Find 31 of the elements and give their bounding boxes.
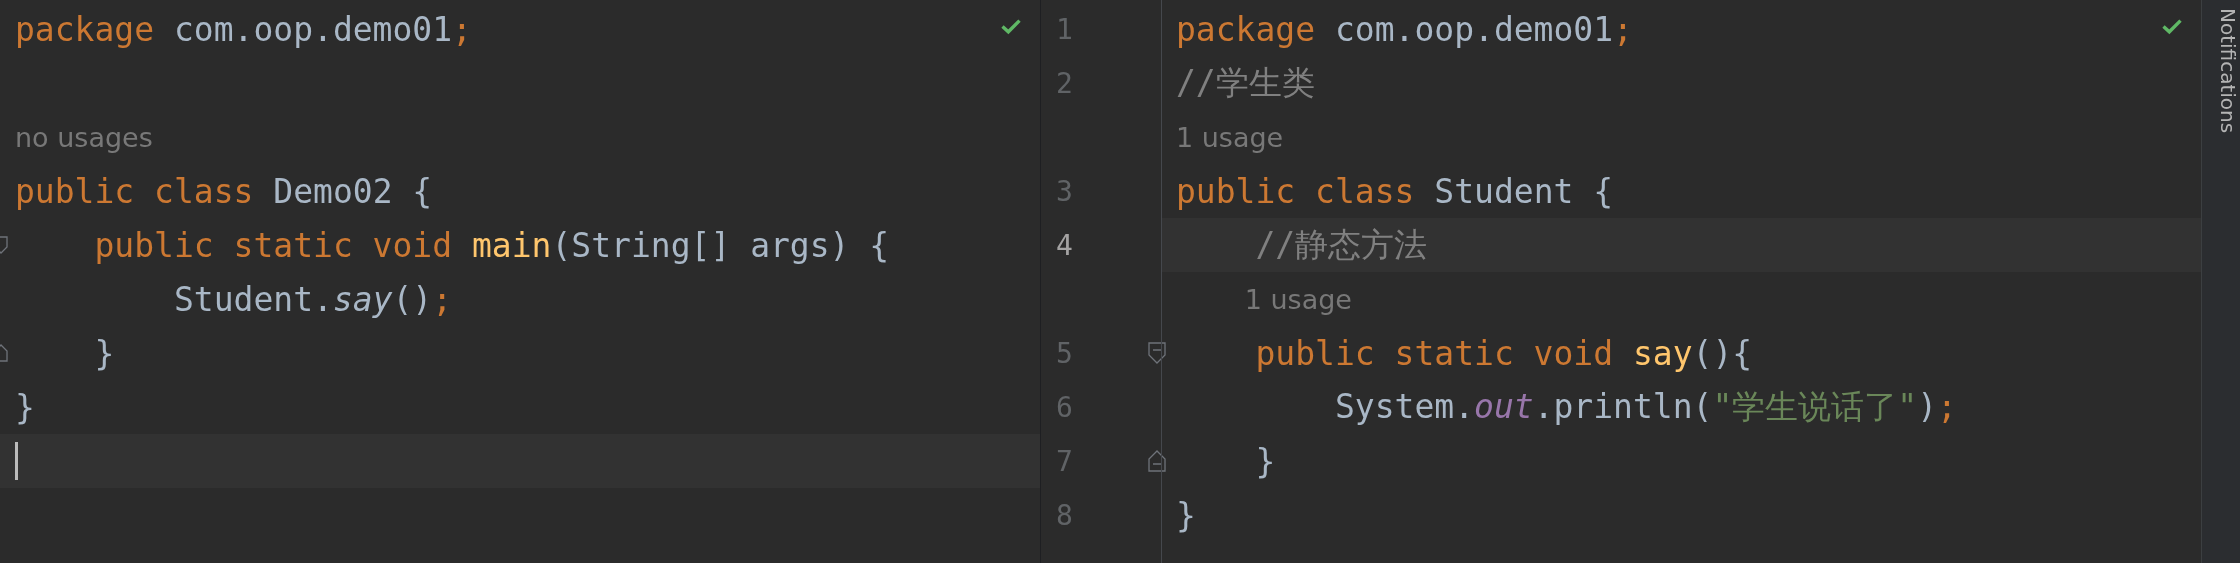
line-number: 1 — [1056, 12, 1073, 46]
notifications-tab[interactable]: Notifications — [2201, 0, 2240, 563]
line-number: 4 — [1056, 228, 1073, 262]
code-line: } — [1176, 495, 1196, 535]
line-number: 5 — [1056, 336, 1073, 370]
usage-hint: 1 usage — [1244, 283, 1352, 315]
code-line: Student.say(); — [172, 279, 453, 319]
text-caret — [15, 442, 18, 480]
code-line: package com.oop.demo01; — [15, 9, 472, 49]
code-line: } — [15, 387, 35, 427]
fold-icon[interactable] — [1148, 450, 1166, 472]
code-line: } — [93, 333, 115, 373]
code-line: public class Student { — [1176, 171, 1614, 211]
checkmark-icon[interactable] — [2161, 18, 2183, 35]
code-line: //学生类 — [1176, 61, 1315, 104]
code-line: } — [1254, 441, 1276, 481]
usage-hint: 1 usage — [1176, 121, 1284, 153]
line-number: 7 — [1056, 444, 1073, 478]
usage-hint: no usages — [15, 121, 153, 153]
code-line: public class Demo02 { — [15, 171, 433, 211]
checkmark-icon[interactable] — [1000, 18, 1022, 35]
line-number: 3 — [1056, 174, 1073, 208]
line-number: 6 — [1056, 390, 1073, 424]
code-line: public static void say(){ — [1254, 333, 1753, 373]
code-line: System.out.println("学生说话了"); — [1333, 385, 1957, 428]
code-line: //静态方法 — [1254, 223, 1428, 266]
line-number: 2 — [1056, 66, 1073, 100]
code-line: package com.oop.demo01; — [1176, 9, 1633, 49]
line-number: 8 — [1056, 498, 1073, 532]
code-line: public static void main(String[] args) { — [93, 225, 890, 265]
fold-icon[interactable] — [1148, 342, 1166, 364]
